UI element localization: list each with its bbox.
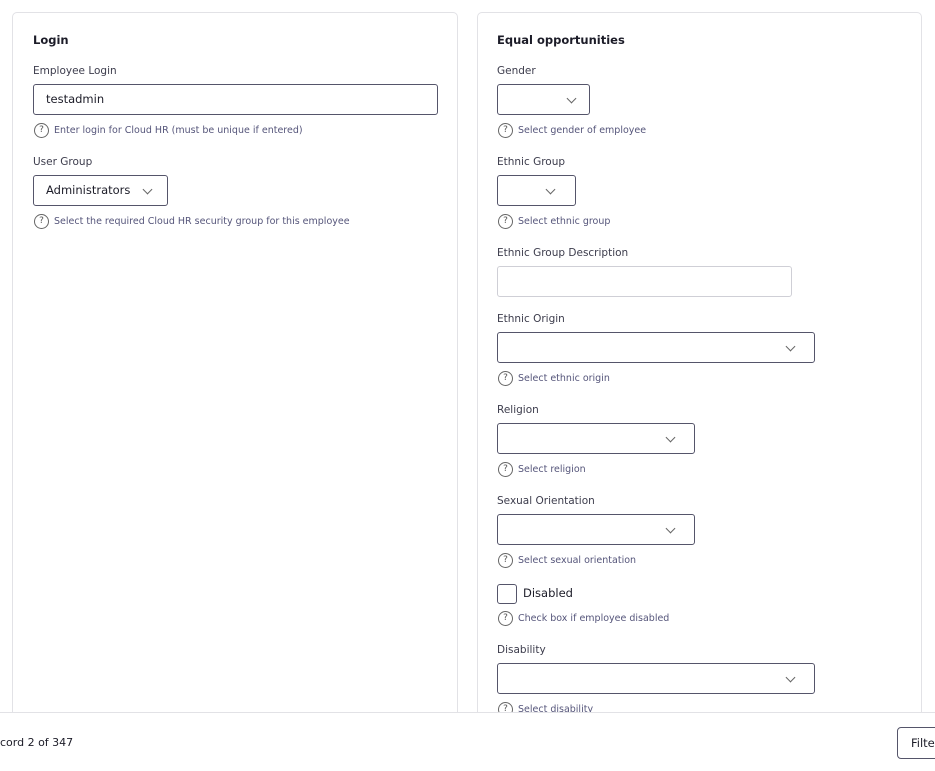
chevron-down-icon: [785, 672, 796, 683]
employee-login-value: testadmin: [46, 92, 105, 106]
chevron-down-icon: [785, 341, 796, 352]
religion-help: ? Select religion: [498, 462, 586, 477]
help-text: Select ethnic group: [518, 216, 611, 227]
ethnic-desc-input[interactable]: [497, 266, 792, 297]
footer-bar: cord 2 of 347 Filte: [0, 712, 935, 771]
ethnic-group-label: Ethnic Group: [497, 156, 566, 168]
chevron-down-icon: [665, 432, 676, 443]
sexual-orientation-select[interactable]: [497, 514, 695, 545]
help-text: Select the required Cloud HR security gr…: [54, 216, 350, 227]
filter-button-label: Filte: [911, 736, 935, 750]
login-card: [12, 12, 458, 732]
chevron-down-icon: [142, 184, 153, 195]
help-icon: ?: [34, 123, 49, 138]
user-group-select[interactable]: Administrators: [33, 175, 168, 206]
help-text: Select religion: [518, 464, 586, 475]
login-section-title: Login: [33, 33, 69, 47]
help-icon: ?: [498, 553, 513, 568]
disabled-checkbox[interactable]: [497, 584, 517, 604]
employee-login-help: ? Enter login for Cloud HR (must be uniqu…: [34, 123, 303, 138]
gender-help: ? Select gender of employee: [498, 123, 646, 138]
user-group-help: ? Select the required Cloud HR security g…: [34, 214, 350, 229]
disability-select[interactable]: [497, 663, 815, 694]
ethnic-origin-select[interactable]: [497, 332, 815, 363]
help-icon: ?: [34, 214, 49, 229]
help-text: Enter login for Cloud HR (must be unique…: [54, 125, 303, 136]
user-group-label: User Group: [33, 156, 93, 168]
help-icon: ?: [498, 214, 513, 229]
chevron-down-icon: [566, 93, 577, 104]
disabled-help: ? Check box if employee disabled: [498, 611, 669, 626]
gender-select[interactable]: [497, 84, 590, 115]
religion-select[interactable]: [497, 423, 695, 454]
ethnic-origin-label: Ethnic Origin: [497, 313, 565, 325]
help-text: Select gender of employee: [518, 125, 647, 136]
help-icon: ?: [498, 123, 513, 138]
record-counter: cord 2 of 347: [0, 736, 74, 749]
help-icon: ?: [498, 371, 513, 386]
help-icon: ?: [498, 611, 513, 626]
ethnic-group-help: ? Select ethnic group: [498, 214, 610, 229]
user-group-value: Administrators: [46, 183, 131, 197]
ethnic-group-select[interactable]: [497, 175, 576, 206]
gender-label: Gender: [497, 65, 536, 77]
chevron-down-icon: [665, 523, 676, 534]
employee-login-input[interactable]: testadmin: [33, 84, 438, 115]
filter-button[interactable]: Filte: [897, 727, 935, 759]
chevron-down-icon: [545, 184, 556, 195]
disability-label: Disability: [497, 644, 546, 656]
help-text: Check box if employee disabled: [518, 613, 670, 624]
disabled-checkbox-label[interactable]: Disabled: [523, 586, 573, 600]
employee-login-label: Employee Login: [33, 65, 117, 77]
help-icon: ?: [498, 462, 513, 477]
religion-label: Religion: [497, 404, 539, 416]
ethnic-origin-help: ? Select ethnic origin: [498, 371, 610, 386]
sexual-orientation-help: ? Select sexual orientation: [498, 553, 636, 568]
ethnic-desc-label: Ethnic Group Description: [497, 247, 629, 259]
sexual-orientation-label: Sexual Orientation: [497, 495, 595, 507]
eo-section-title: Equal opportunities: [497, 33, 625, 47]
help-text: Select sexual orientation: [518, 555, 637, 566]
help-text: Select ethnic origin: [518, 373, 610, 384]
